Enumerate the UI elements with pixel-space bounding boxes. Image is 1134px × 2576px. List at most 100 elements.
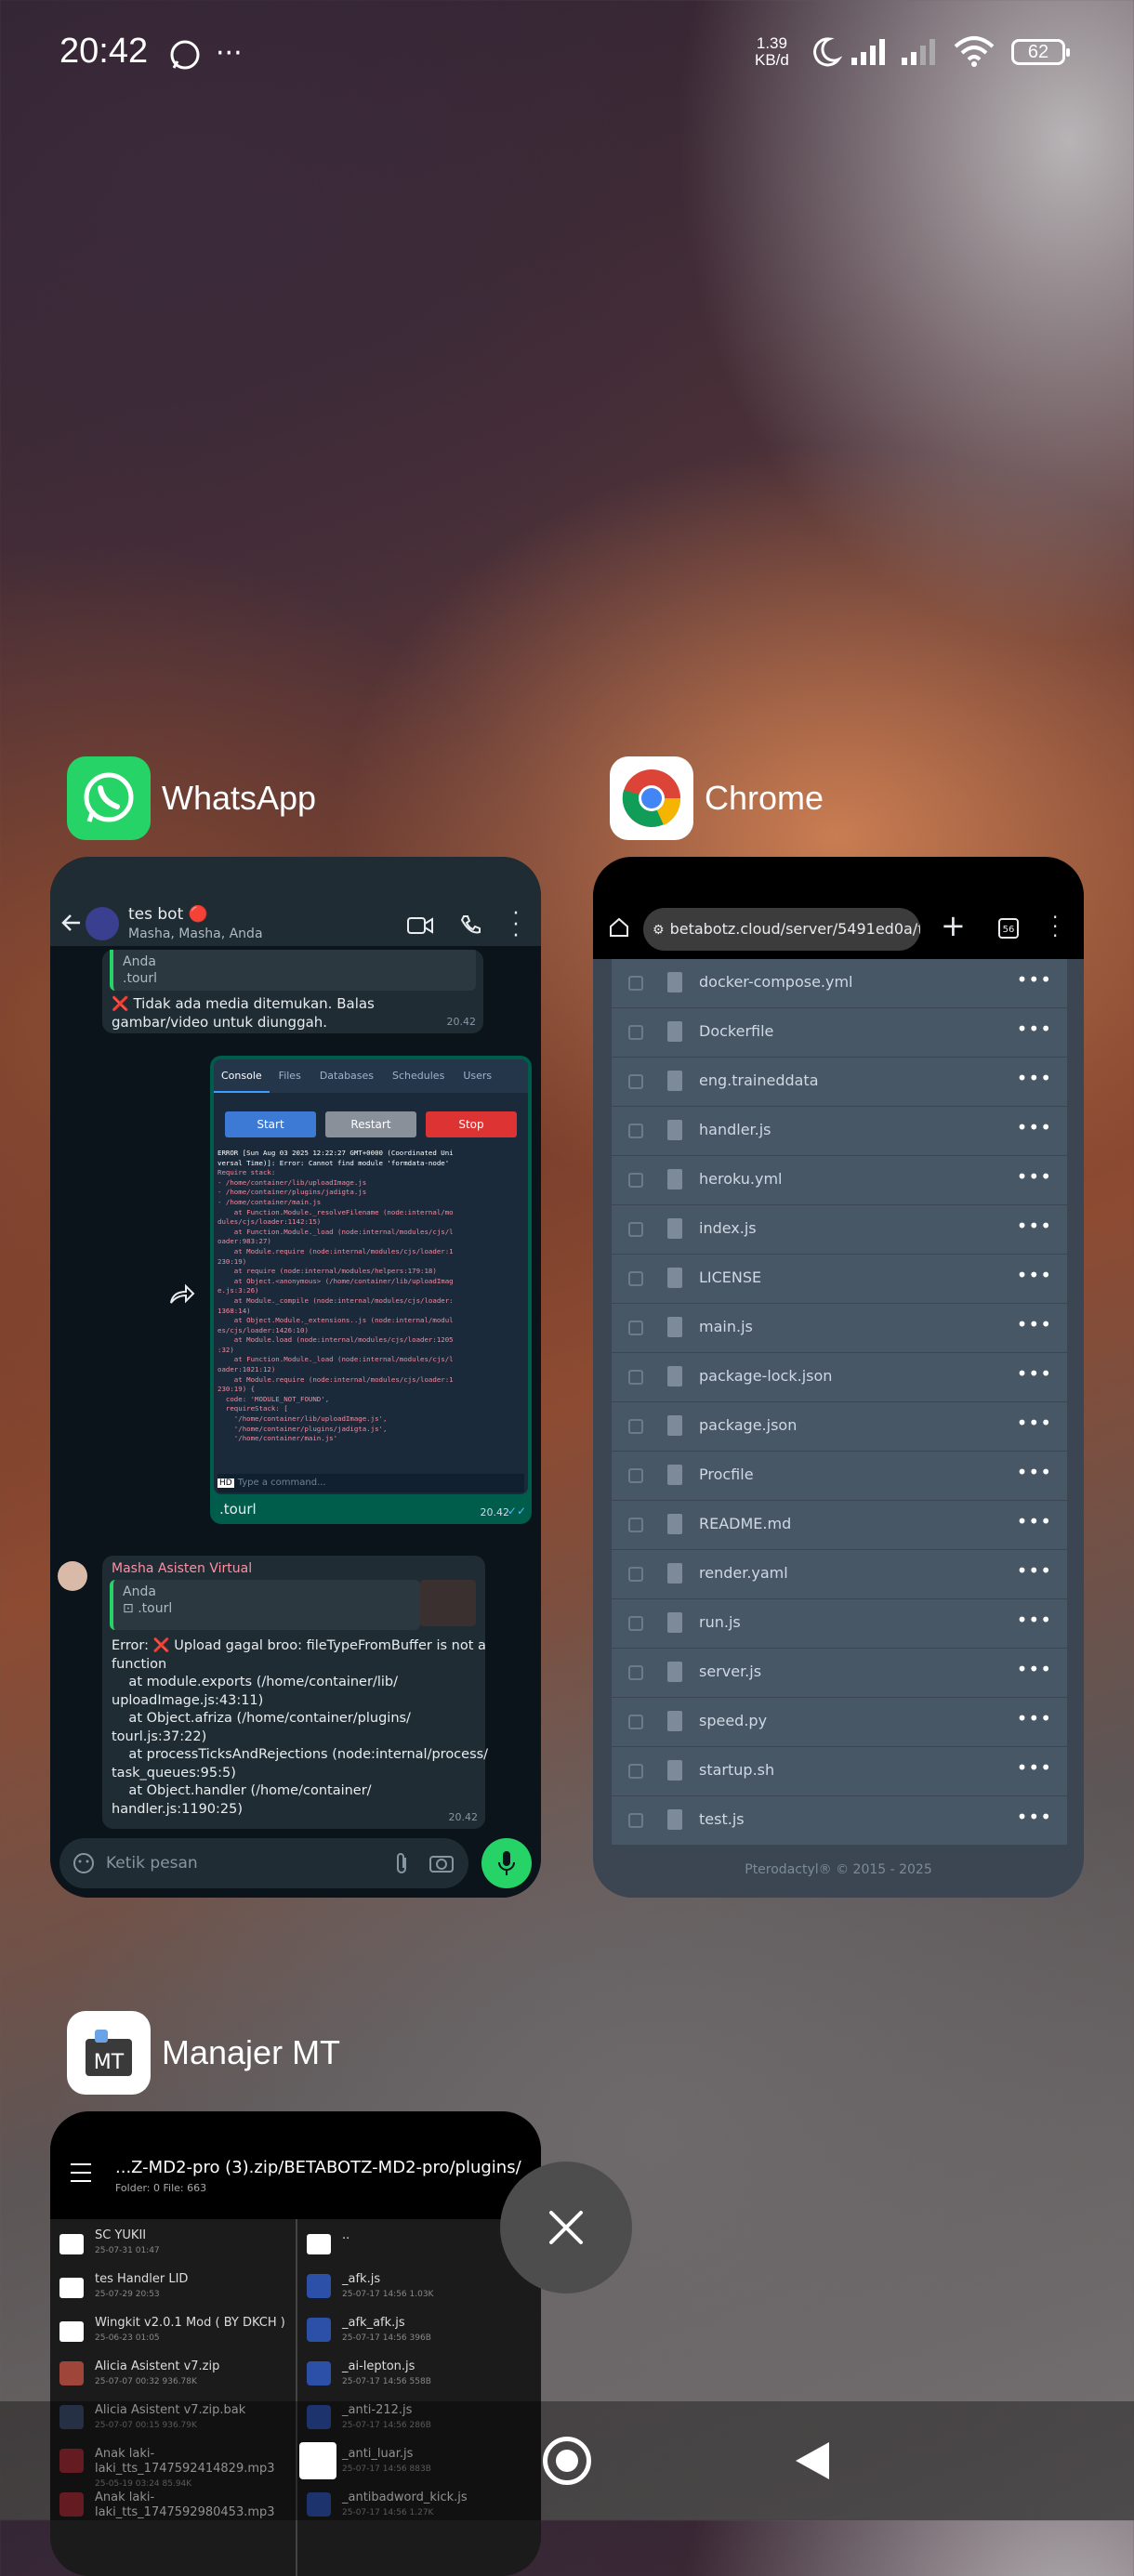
select-checkbox[interactable]	[628, 1222, 643, 1237]
select-checkbox[interactable]	[628, 1271, 643, 1286]
file-row[interactable]: speed.py •••	[612, 1698, 1067, 1747]
file-row[interactable]: Dockerfile •••	[612, 1008, 1067, 1058]
back-arrow-icon[interactable]	[61, 913, 82, 933]
message-bubble[interactable]: Masha Asisten Virtual Anda ⊡ .tourl Error…	[102, 1556, 489, 1829]
mt-file-item[interactable]: _ai-lepton.js 25-07-17 14:56 558B	[342, 2359, 537, 2389]
file-row[interactable]: startup.sh •••	[612, 1747, 1067, 1796]
back-button[interactable]	[794, 2440, 831, 2481]
file-actions-icon[interactable]: •••	[1017, 1116, 1052, 1138]
file-icon	[667, 1317, 682, 1337]
file-row[interactable]: run.js •••	[612, 1599, 1067, 1649]
select-checkbox[interactable]	[628, 1764, 643, 1779]
file-icon	[667, 1169, 682, 1189]
file-row[interactable]: test.js •••	[612, 1796, 1067, 1846]
file-actions-icon[interactable]: •••	[1017, 1264, 1052, 1286]
mt-file-item[interactable]: Wingkit v2.0.1 Mod ( BY DKCH ) 25-06-23 0…	[95, 2316, 290, 2346]
file-row[interactable]: Procfile •••	[612, 1452, 1067, 1501]
select-checkbox[interactable]	[628, 1813, 643, 1828]
file-actions-icon[interactable]: •••	[1017, 1018, 1052, 1040]
chrome-menu-icon[interactable]: · · ·	[1052, 908, 1058, 945]
file-row[interactable]: main.js •••	[612, 1304, 1067, 1353]
camera-icon[interactable]	[429, 1852, 454, 1873]
file-row[interactable]: server.js •••	[612, 1649, 1067, 1698]
select-checkbox[interactable]	[628, 1567, 643, 1582]
file-actions-icon[interactable]: •••	[1017, 1412, 1052, 1434]
file-actions-icon[interactable]: •••	[1017, 1609, 1052, 1631]
select-checkbox[interactable]	[628, 1321, 643, 1335]
file-actions-icon[interactable]: •••	[1017, 1067, 1052, 1089]
file-row[interactable]: docker-compose.yml •••	[612, 959, 1067, 1008]
select-checkbox[interactable]	[628, 1518, 643, 1532]
select-checkbox[interactable]	[628, 1665, 643, 1680]
select-checkbox[interactable]	[628, 1370, 643, 1385]
file-actions-icon[interactable]: •••	[1017, 1461, 1052, 1483]
select-checkbox[interactable]	[628, 1616, 643, 1631]
file-actions-icon[interactable]: •••	[1017, 1165, 1052, 1188]
file-row[interactable]: handler.js •••	[612, 1107, 1067, 1156]
file-icon	[667, 1662, 682, 1682]
microphone-button[interactable]	[481, 1838, 532, 1888]
file-actions-icon[interactable]: •••	[1017, 1756, 1052, 1779]
console-line: at Module.load (node:internal/modules/cj…	[218, 1335, 454, 1345]
file-actions-icon[interactable]: •••	[1017, 1313, 1052, 1335]
mt-file-item[interactable]: _afk_afk.js 25-07-17 14:56 396B	[342, 2316, 537, 2346]
mt-file-item[interactable]: Alicia Asistent v7.zip 25-07-07 00:32 936…	[95, 2359, 290, 2389]
attach-icon[interactable]	[394, 1852, 409, 1876]
file-row[interactable]: README.md •••	[612, 1501, 1067, 1550]
sender-avatar[interactable]	[58, 1561, 87, 1591]
file-actions-icon[interactable]: •••	[1017, 1510, 1052, 1532]
select-checkbox[interactable]	[628, 1715, 643, 1729]
file-row[interactable]: package-lock.json •••	[612, 1353, 1067, 1402]
select-checkbox[interactable]	[628, 1468, 643, 1483]
hamburger-menu-icon[interactable]	[71, 2163, 91, 2182]
file-name: main.js	[699, 1318, 753, 1335]
mt-file-item[interactable]: tes Handler LID 25-07-29 20:53	[95, 2272, 290, 2302]
console-screenshot-image[interactable]: Console Files Databases Schedules Users …	[214, 1059, 528, 1494]
mt-file-item[interactable]: _afk.js 25-07-17 14:56 1.03K	[342, 2272, 537, 2302]
home-icon[interactable]	[608, 916, 630, 939]
file-row[interactable]: index.js •••	[612, 1205, 1067, 1255]
file-actions-icon[interactable]: •••	[1017, 968, 1052, 991]
file-row[interactable]: heroku.yml •••	[612, 1156, 1067, 1205]
select-checkbox[interactable]	[628, 976, 643, 991]
file-actions-icon[interactable]: •••	[1017, 1559, 1052, 1582]
address-bar[interactable]: ⚙ betabotz.cloud/server/5491ed0a/files	[643, 908, 920, 951]
file-actions-icon[interactable]: •••	[1017, 1215, 1052, 1237]
file-row[interactable]: LICENSE •••	[612, 1255, 1067, 1304]
voice-call-icon[interactable]	[459, 914, 481, 937]
overflow-menu-icon[interactable]: · · ·	[511, 904, 521, 947]
message-input[interactable]: Ketik pesan	[59, 1838, 468, 1888]
message-bubble[interactable]: Anda .tourl ❌ Tidak ada media ditemukan. …	[102, 950, 483, 1033]
group-avatar[interactable]	[86, 907, 119, 940]
app-label-whatsapp[interactable]: WhatsApp	[67, 756, 316, 840]
chrome-recent-card[interactable]: ⚙ betabotz.cloud/server/5491ed0a/files + …	[593, 857, 1084, 1898]
select-checkbox[interactable]	[628, 1173, 643, 1188]
tab-switcher-button[interactable]: 56	[998, 918, 1019, 939]
file-actions-icon[interactable]: •••	[1017, 1658, 1052, 1680]
select-checkbox[interactable]	[628, 1124, 643, 1138]
app-label-mt-manager[interactable]: MT Manajer MT	[67, 2011, 340, 2095]
status-bar: 20:42 ··· 1.39 KB/d 62	[59, 32, 1078, 80]
file-actions-icon[interactable]: •••	[1017, 1707, 1052, 1729]
file-row[interactable]: package.json •••	[612, 1402, 1067, 1452]
file-row[interactable]: eng.traineddata •••	[612, 1058, 1067, 1107]
message-line: at processTicksAndRejections (node:inter…	[112, 1747, 489, 1762]
mt-file-item[interactable]: SC YUKII 25-07-31 01:47	[95, 2228, 290, 2258]
forward-icon[interactable]	[169, 1282, 195, 1305]
clear-all-button[interactable]	[500, 2162, 632, 2293]
select-checkbox[interactable]	[628, 1074, 643, 1089]
select-checkbox[interactable]	[628, 1025, 643, 1040]
sticker-icon[interactable]	[73, 1852, 95, 1874]
home-button[interactable]	[543, 2437, 591, 2485]
file-actions-icon[interactable]: •••	[1017, 1362, 1052, 1385]
new-tab-icon[interactable]: +	[941, 911, 966, 940]
whatsapp-recent-card[interactable]: tes bot 🔴 Masha, Masha, Anda · · · Anda .to…	[50, 857, 541, 1898]
select-checkbox[interactable]	[628, 1419, 643, 1434]
recents-button[interactable]	[299, 2442, 336, 2479]
video-call-icon[interactable]	[407, 916, 433, 935]
image-message-bubble[interactable]: Console Files Databases Schedules Users …	[210, 1056, 532, 1524]
app-label-chrome[interactable]: Chrome	[610, 756, 824, 840]
folder-icon	[59, 2234, 84, 2254]
file-row[interactable]: render.yaml •••	[612, 1550, 1067, 1599]
file-actions-icon[interactable]: •••	[1017, 1806, 1052, 1828]
